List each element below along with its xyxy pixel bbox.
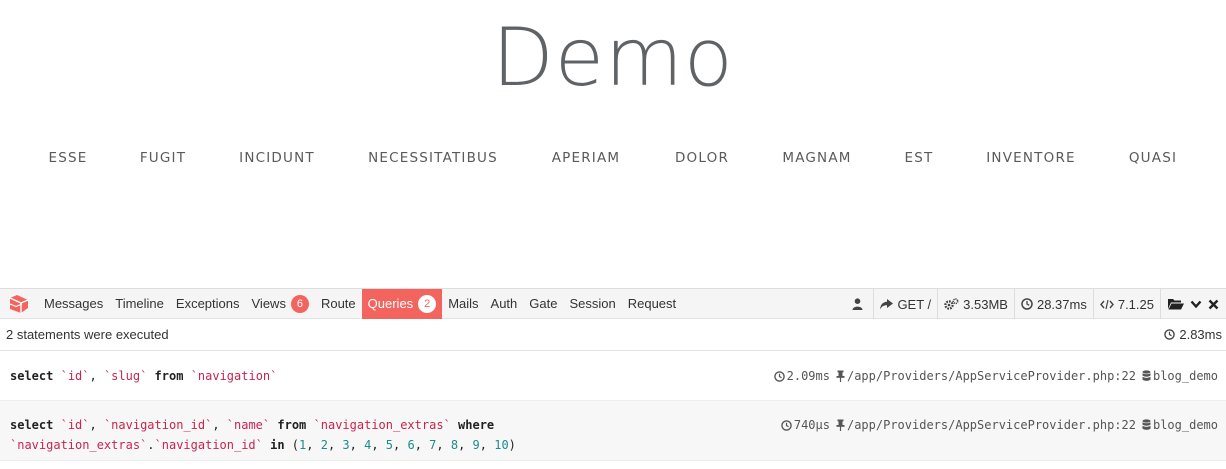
tab-route-label: Route [320,296,356,311]
query-sql: select `id`, `slug` from `navigation` [10,369,278,383]
tab-views-label: Views [251,296,286,311]
tab-session-label: Session [569,296,616,311]
query-row[interactable]: select `id`, `slug` from `navigation` 2.… [0,351,1226,401]
php-version: 7.1.25 [1117,296,1154,312]
debug-bar: Messages Timeline Exceptions Views 6 Rou… [0,288,1226,469]
tab-timeline-label: Timeline [115,296,164,311]
tab-mails-label: Mails [448,296,479,311]
debug-bar-header: Messages Timeline Exceptions Views 6 Rou… [0,288,1226,319]
close-icon[interactable] [1208,299,1219,310]
debug-bar-indicators: GET / 3.53MB 28.37ms 7.1.25 [846,289,1226,319]
query-source-value: /app/Providers/AppServiceProvider.php:22 [846,369,1136,383]
clock-icon [1021,298,1033,310]
nav-item-necessitatibus[interactable]: NECESSITATIBUS [368,146,498,170]
query-duration-value: 740μs [793,418,830,432]
site-title: Demo [492,11,734,104]
query-connection-value: blog_demo [1152,369,1218,383]
share-icon [880,298,894,309]
nav-item-quasi[interactable]: QUASI [1129,146,1177,170]
memory-indicator[interactable]: 3.53MB [937,289,1014,319]
cogs-icon [944,298,959,310]
query-source-value: /app/Providers/AppServiceProvider.php:22 [846,418,1136,432]
tab-auth-label: Auth [490,296,518,311]
tab-gate-label: Gate [529,296,558,311]
tab-mails[interactable]: Mails [442,289,484,319]
tab-request[interactable]: Request [622,289,682,319]
tab-route[interactable]: Route [315,289,362,319]
clock-icon [773,370,785,382]
tab-messages[interactable]: Messages [38,289,109,319]
user-icon [852,298,863,310]
nav-item-magnam[interactable]: MAGNAM [782,146,851,170]
request-method-indicator[interactable]: GET / [873,289,937,319]
query-duration: 740μs [781,415,830,435]
database-icon [1142,370,1151,381]
nav-item-incidunt[interactable]: INCIDUNT [239,146,315,170]
tab-queries[interactable]: Queries 2 [361,288,443,319]
memory-usage: 3.53MB [963,296,1008,312]
php-version-indicator[interactable]: 7.1.25 [1092,289,1160,319]
nav-item-inventore[interactable]: INVENTORE [986,146,1076,170]
query-sql: select `id`, `navigation_id`, `name` fro… [10,418,516,452]
query-connection: blog_demo [1142,366,1218,386]
views-count-badge: 6 [290,294,309,313]
thumbtack-icon [836,370,845,382]
query-row[interactable]: select `id`, `navigation_id`, `name` fro… [0,401,1226,461]
tab-timeline[interactable]: Timeline [109,289,170,319]
folder-open-icon[interactable] [1168,298,1184,310]
query-source: /app/Providers/AppServiceProvider.php:22 [836,366,1136,386]
database-icon [1142,419,1151,430]
queries-status: 2 statements were executed 2.83ms [0,319,1226,351]
tab-session[interactable]: Session [563,289,621,319]
query-duration: 2.09ms [773,366,830,386]
thumbtack-icon [836,419,845,431]
tab-views[interactable]: Views 6 [246,289,315,319]
clock-icon [781,419,792,431]
nav-item-est[interactable]: EST [905,146,934,170]
query-connection: blog_demo [1142,415,1218,435]
nav-item-dolor[interactable]: DOLOR [675,146,729,170]
nav-item-fugit[interactable]: FUGIT [140,146,186,170]
tab-messages-label: Messages [44,296,104,311]
tab-request-label: Request [627,296,677,311]
minimize-chevron-icon[interactable] [1190,298,1202,310]
laravel-logo-icon[interactable] [0,289,38,319]
clock-icon [1164,329,1176,340]
debug-bar-controls [1160,289,1226,319]
query-meta: 2.09ms /app/Providers/AppServiceProvider… [773,366,1218,386]
request-time: 28.37ms [1036,296,1087,312]
nav-item-esse[interactable]: ESSE [49,146,88,170]
tab-gate[interactable]: Gate [523,289,563,319]
tab-exceptions-label: Exceptions [175,296,240,311]
queries-count-badge: 2 [418,294,437,313]
query-meta: 740μs /app/Providers/AppServiceProvider.… [781,415,1218,435]
tab-exceptions[interactable]: Exceptions [170,289,246,319]
total-duration-value: 2.83ms [1179,327,1222,342]
queries-status-text: 2 statements were executed [6,327,169,342]
query-duration-value: 2.09ms [786,369,830,383]
user-indicator[interactable] [846,289,873,319]
request-time-indicator[interactable]: 28.37ms [1013,289,1093,319]
query-source: /app/Providers/AppServiceProvider.php:22 [836,415,1136,435]
queries-total-duration: 2.83ms [1164,327,1222,342]
code-icon [1099,299,1114,309]
tab-queries-label: Queries [367,296,414,311]
main-navigation: ESSE FUGIT INCIDUNT NECESSITATIBUS APERI… [0,146,1226,170]
query-connection-value: blog_demo [1152,418,1218,432]
request-method: GET / [897,296,932,312]
tab-auth[interactable]: Auth [485,289,524,319]
nav-item-aperiam[interactable]: APERIAM [552,146,621,170]
